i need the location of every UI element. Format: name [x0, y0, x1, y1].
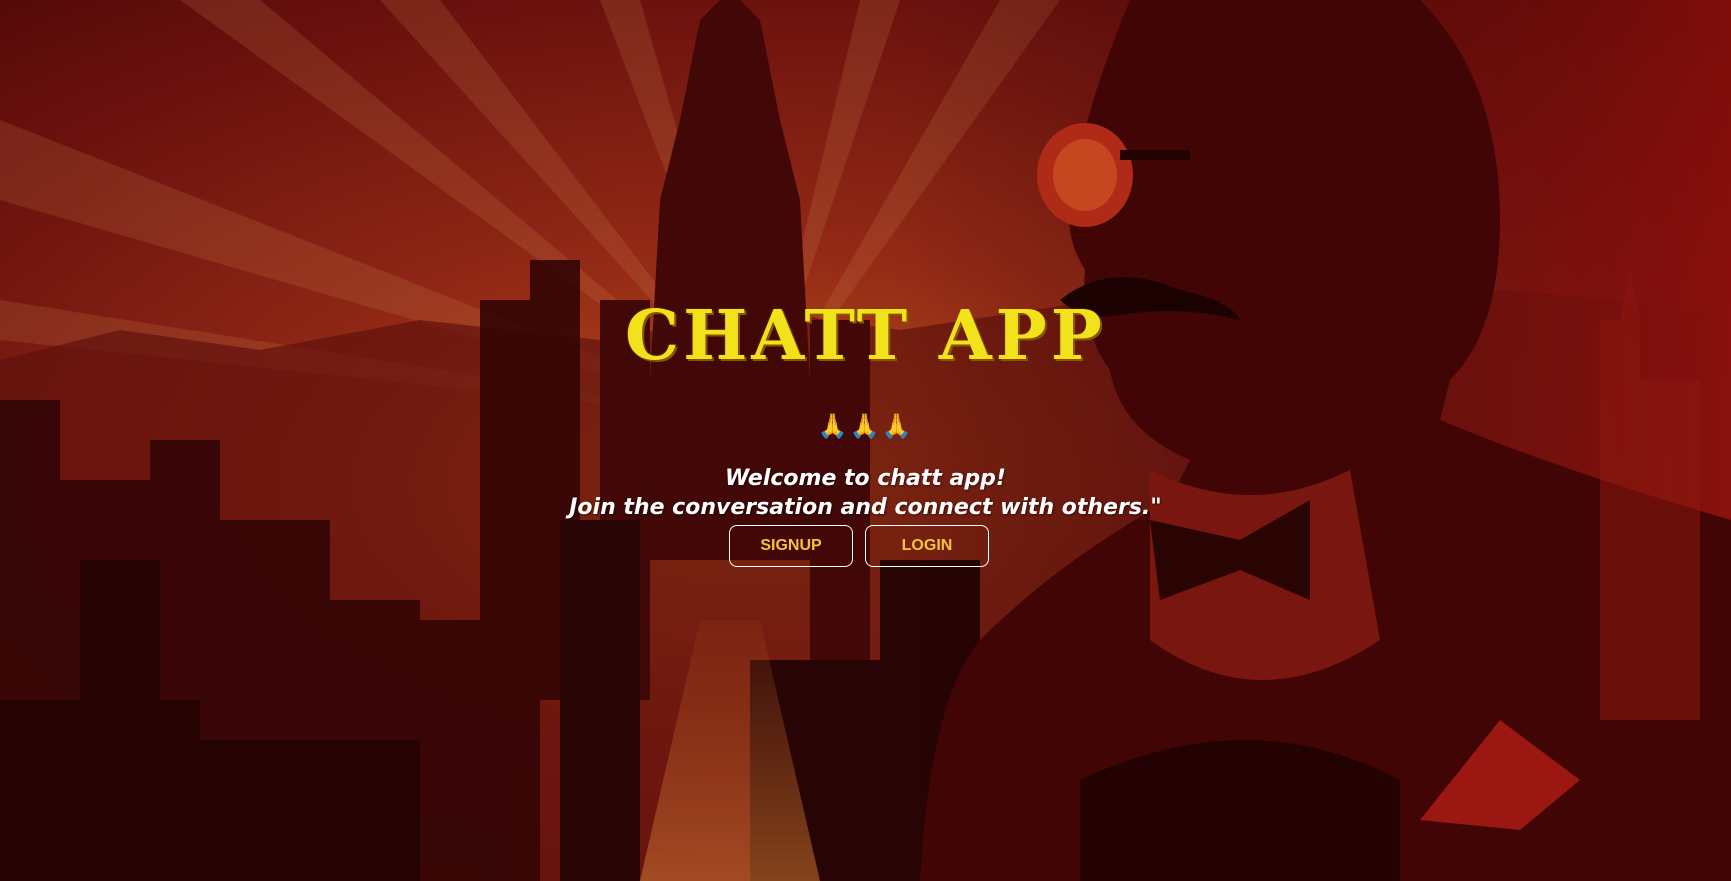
auth-actions: SIGNUP LOGIN: [0, 525, 1731, 567]
login-button[interactable]: LOGIN: [865, 525, 989, 567]
praying-hands-icon: 🙏🙏🙏: [0, 412, 1731, 440]
welcome-message: Welcome to chatt app! Join the conversat…: [0, 464, 1731, 522]
welcome-line-2: Join the conversation and connect with o…: [569, 495, 1162, 520]
hero-section: CHATT APP 🙏🙏🙏 Welcome to chatt app! Join…: [0, 0, 1731, 881]
emoji-text: 🙏🙏🙏: [817, 412, 914, 440]
signup-button[interactable]: SIGNUP: [729, 525, 853, 567]
app-title: CHATT APP: [625, 296, 1106, 376]
welcome-line-1: Welcome to chatt app!: [725, 466, 1006, 491]
